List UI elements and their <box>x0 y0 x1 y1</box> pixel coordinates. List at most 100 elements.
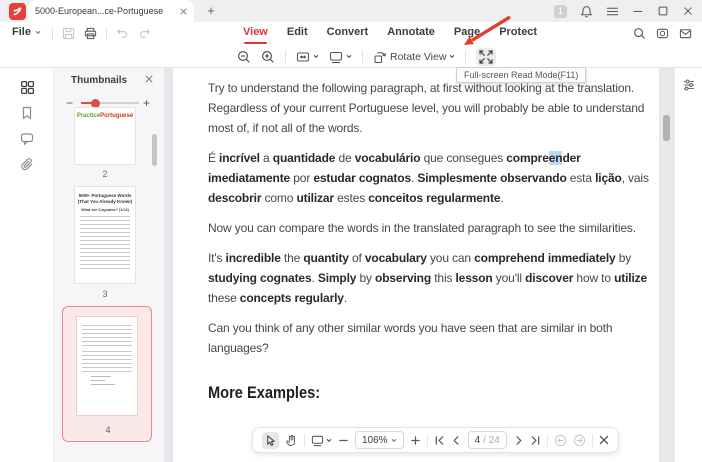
notification-badge: 1 <box>554 5 567 18</box>
page-fit-dropdown[interactable] <box>296 50 319 64</box>
divider <box>362 50 363 63</box>
maximize-icon[interactable] <box>657 5 669 17</box>
panel-close-icon[interactable] <box>145 75 153 83</box>
mail-icon[interactable] <box>679 27 692 40</box>
app-window: 5000-European...ce-Portuguese + 1 <box>0 0 702 462</box>
app-logo-icon <box>9 3 26 20</box>
next-page-button[interactable] <box>513 435 524 446</box>
divider <box>52 27 53 40</box>
view-mode-dropdown[interactable] <box>311 434 332 447</box>
print-button[interactable] <box>84 27 97 40</box>
bell-icon[interactable] <box>580 5 593 18</box>
tool-row: Rotate View <box>0 46 702 68</box>
document-scrollbar-thumb[interactable] <box>663 115 670 141</box>
save-button[interactable] <box>62 27 75 40</box>
new-tab-button[interactable]: + <box>202 2 220 20</box>
thumbnail-page-image <box>76 316 138 416</box>
thumbnail-page-4-selected[interactable]: 4 <box>62 306 152 442</box>
chevron-down-icon <box>313 54 319 59</box>
previous-page-button[interactable] <box>451 435 462 446</box>
thumbnail-page-3[interactable]: 5000- Portuguese Words(That You Already … <box>74 186 136 284</box>
undo-button[interactable] <box>116 27 129 40</box>
slider-plus-button[interactable]: + <box>143 96 150 110</box>
panel-splitter[interactable] <box>164 68 173 462</box>
section-heading: More Examples: <box>208 383 597 403</box>
cursor-icon <box>264 434 277 447</box>
thumbnails-panel-icon[interactable] <box>0 74 54 100</box>
menu-edit[interactable]: Edit <box>287 26 308 38</box>
thumbnail-page-2[interactable]: PracticePortuguese <box>74 107 136 165</box>
chevron-down-icon <box>35 30 41 35</box>
chevron-down-icon <box>346 54 352 59</box>
thumbnail-page-number: 2 <box>74 169 136 179</box>
paragraph: Now you can compare the words in the tra… <box>208 218 659 238</box>
panel-scrollbar-thumb[interactable] <box>152 134 157 166</box>
divider <box>465 50 466 63</box>
page-number-input[interactable]: 4 / 24 <box>468 431 507 449</box>
slider-minus-button[interactable]: − <box>66 96 73 110</box>
slider-track[interactable] <box>81 102 139 104</box>
panel-title: Thumbnails <box>71 75 127 86</box>
tab-title: 5000-European...ce-Portuguese <box>35 6 176 16</box>
paragraph-portuguese: É incrível a quantidade de vocabulário q… <box>208 148 659 208</box>
last-page-button[interactable] <box>530 435 541 446</box>
select-tool-button[interactable] <box>262 432 279 449</box>
zoom-in-button[interactable] <box>261 50 275 64</box>
menu-row: File View Edit Convert Annotate Page <box>0 22 702 46</box>
search-icon[interactable] <box>633 27 646 40</box>
annotation-arrow <box>452 12 516 50</box>
menu-annotate[interactable]: Annotate <box>387 26 435 38</box>
hamburger-menu-icon[interactable] <box>606 5 619 18</box>
chevron-down-icon <box>391 438 397 443</box>
floating-toolbar: 106% 4 / 24 <box>252 427 619 453</box>
paragraph-english: It's incredible the quantity of vocabula… <box>208 248 659 308</box>
document-tab[interactable]: 5000-European...ce-Portuguese <box>28 0 194 22</box>
redo-button[interactable] <box>138 27 151 40</box>
zoom-increase-button[interactable] <box>410 435 421 446</box>
right-rail <box>674 68 702 462</box>
chevron-down-icon <box>326 438 332 443</box>
menu-convert[interactable]: Convert <box>327 26 369 38</box>
menu-view[interactable]: View <box>243 26 268 38</box>
divider <box>285 50 286 63</box>
attachment-panel-icon[interactable] <box>0 152 54 178</box>
tab-close-icon[interactable] <box>180 8 187 15</box>
close-icon[interactable] <box>682 5 694 17</box>
file-menu[interactable]: File <box>12 26 41 38</box>
document-content: Try to understand the following paragrap… <box>208 78 659 443</box>
capture-icon[interactable] <box>656 27 669 40</box>
current-page-value: 4 <box>475 435 481 446</box>
minimize-icon[interactable] <box>632 5 644 17</box>
chevron-down-icon <box>449 54 455 59</box>
bookmark-panel-icon[interactable] <box>0 100 54 126</box>
paragraph: Try to understand the following paragrap… <box>208 78 659 138</box>
close-toolbar-button[interactable] <box>599 435 609 445</box>
zoom-level-value: 106% <box>362 435 388 446</box>
zoom-out-button[interactable] <box>237 50 251 64</box>
hand-tool-button[interactable] <box>285 434 298 447</box>
thumbnail-page-number: 4 <box>63 425 153 435</box>
next-view-button[interactable] <box>573 434 586 447</box>
thumbnails-panel: Thumbnails − + PracticePortuguese 2 5000… <box>54 68 164 462</box>
zoom-decrease-button[interactable] <box>338 435 349 446</box>
previous-view-button[interactable] <box>554 434 567 447</box>
rotate-view-label: Rotate View <box>390 51 446 63</box>
tooltip: Full-screen Read Mode(F11) <box>456 67 586 83</box>
comment-panel-icon[interactable] <box>0 126 54 152</box>
file-menu-label: File <box>12 26 31 38</box>
properties-sliders-icon[interactable] <box>675 72 702 98</box>
hand-icon <box>285 434 298 447</box>
rotate-icon <box>373 50 387 64</box>
zoom-level-dropdown[interactable]: 106% <box>355 431 404 449</box>
divider <box>106 27 107 40</box>
first-page-button[interactable] <box>434 435 445 446</box>
page-view-dropdown[interactable] <box>329 50 352 64</box>
fullscreen-read-mode-button[interactable] <box>476 48 496 66</box>
rotate-view-button[interactable]: Rotate View <box>373 50 455 64</box>
document-scrollbar[interactable] <box>659 68 674 462</box>
total-pages-label: / 24 <box>483 435 500 446</box>
thumbnail-page-number: 3 <box>74 289 136 299</box>
thumbnail-logo: PracticePortuguese <box>75 113 135 119</box>
fullscreen-icon <box>479 50 493 64</box>
divider <box>427 434 428 447</box>
